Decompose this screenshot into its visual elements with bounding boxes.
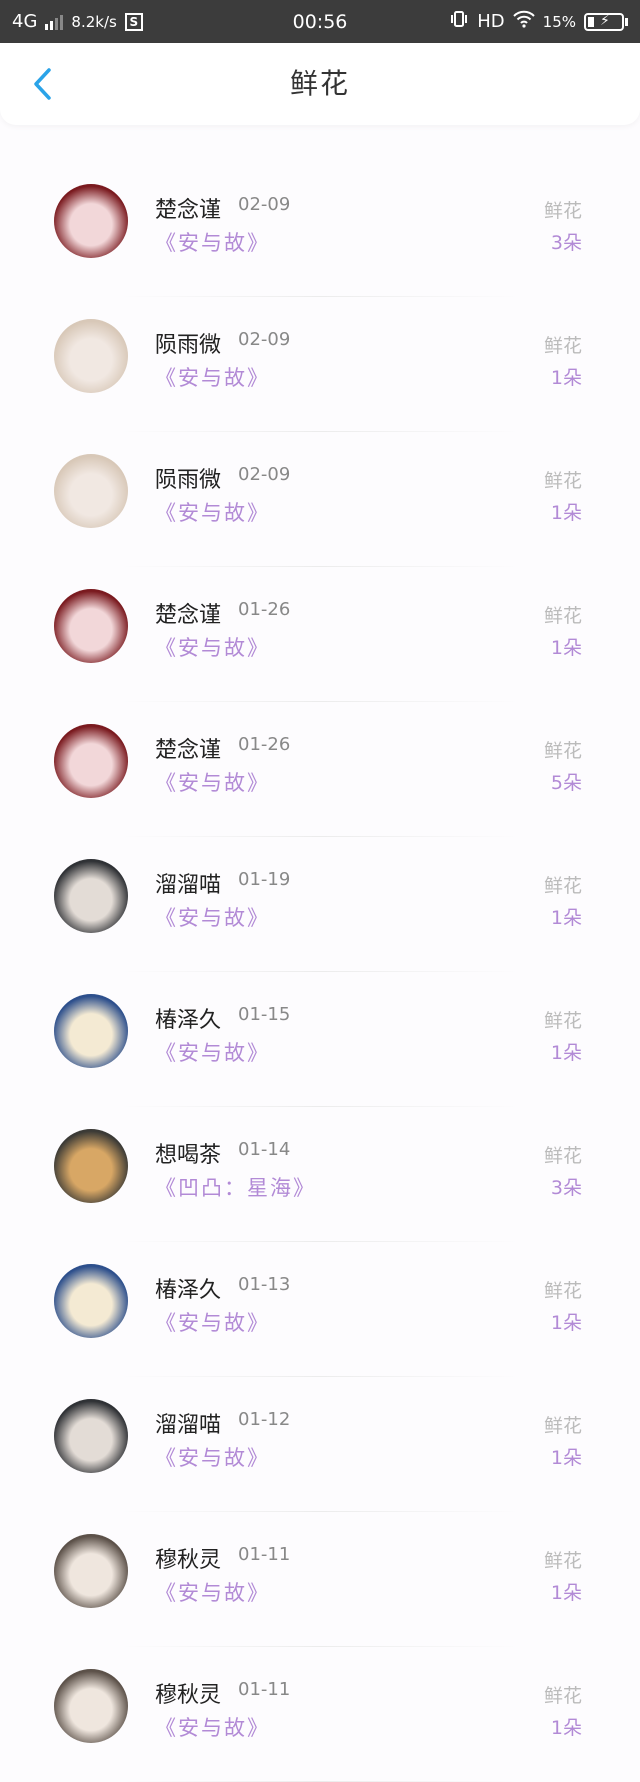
gift-type: 鲜花 (543, 200, 582, 222)
gift-date: 01-19 (238, 869, 291, 890)
book-title[interactable]: 《安与故》 (155, 767, 270, 797)
gift-type: 鲜花 (543, 335, 582, 357)
gift-count: 1朵 (550, 1582, 582, 1604)
list-item[interactable]: 楚念谨 01-26 《安与故》 鲜花 1朵 (0, 567, 640, 702)
book-title[interactable]: 《安与故》 (155, 632, 270, 662)
book-title[interactable]: 《安与故》 (155, 227, 270, 257)
list-item[interactable]: 想喝茶 01-14 《凹凸：星海》 鲜花 3朵 (0, 1107, 640, 1242)
user-name[interactable]: 椿泽久 (155, 1002, 221, 1034)
user-name[interactable]: 溜溜喵 (155, 867, 221, 899)
user-name[interactable]: 椿泽久 (155, 1272, 221, 1304)
book-title[interactable]: 《安与故》 (155, 1037, 270, 1067)
book-title[interactable]: 《安与故》 (155, 362, 270, 392)
user-name[interactable]: 楚念谨 (155, 732, 221, 764)
user-name[interactable]: 溜溜喵 (155, 1407, 221, 1439)
gift-type: 鲜花 (543, 740, 582, 762)
gift-date: 01-13 (238, 1274, 291, 1295)
avatar[interactable] (54, 859, 128, 933)
avatar[interactable] (54, 724, 128, 798)
vibrate-icon (449, 9, 469, 34)
user-name[interactable]: 楚念谨 (155, 597, 221, 629)
battery-icon: ⚡ (584, 12, 628, 31)
avatar[interactable] (54, 1264, 128, 1338)
gift-date: 02-09 (238, 464, 291, 485)
list-item[interactable]: 楚念谨 02-09 《安与故》 鲜花 3朵 (0, 162, 640, 297)
avatar[interactable] (54, 1399, 128, 1473)
avatar[interactable] (54, 589, 128, 663)
list-item[interactable]: 椿泽久 01-13 《安与故》 鲜花 1朵 (0, 1242, 640, 1377)
book-title[interactable]: 《安与故》 (155, 1712, 270, 1742)
list-item[interactable]: 溜溜喵 01-12 《安与故》 鲜花 1朵 (0, 1377, 640, 1512)
avatar[interactable] (54, 454, 128, 528)
status-left: 4G 8.2k/s S (12, 11, 143, 32)
gift-record-list: 楚念谨 02-09 《安与故》 鲜花 3朵 陨雨微 02-09 《安与故》 鲜花… (0, 162, 640, 1782)
list-item[interactable]: 楚念谨 01-26 《安与故》 鲜花 5朵 (0, 702, 640, 837)
book-title[interactable]: 《安与故》 (155, 1307, 270, 1337)
battery-percent: 15% (542, 12, 576, 31)
gift-type: 鲜花 (543, 1550, 582, 1572)
gift-count: 5朵 (550, 772, 582, 794)
book-title[interactable]: 《安与故》 (155, 902, 270, 932)
book-title[interactable]: 《安与故》 (155, 1577, 270, 1607)
network-label: 4G (12, 11, 38, 32)
gift-type: 鲜花 (543, 1010, 582, 1032)
gift-count: 1朵 (550, 637, 582, 659)
hd-label: HD (477, 11, 505, 32)
list-item[interactable]: 陨雨微 02-09 《安与故》 鲜花 1朵 (0, 297, 640, 432)
avatar[interactable] (54, 994, 128, 1068)
gift-type: 鲜花 (543, 1415, 582, 1437)
gift-date: 01-14 (238, 1139, 291, 1160)
page-header: 鲜花 (0, 43, 640, 125)
gift-count: 1朵 (550, 907, 582, 929)
avatar[interactable] (54, 1534, 128, 1608)
gift-count: 1朵 (550, 1042, 582, 1064)
gift-date: 01-26 (238, 599, 291, 620)
gift-date: 01-12 (238, 1409, 291, 1430)
gift-count: 1朵 (550, 502, 582, 524)
list-item[interactable]: 陨雨微 02-09 《安与故》 鲜花 1朵 (0, 432, 640, 567)
gift-count: 3朵 (550, 1177, 582, 1199)
user-name[interactable]: 穆秋灵 (155, 1677, 221, 1709)
list-item[interactable]: 穆秋灵 01-11 《安与故》 鲜花 1朵 (0, 1512, 640, 1647)
wifi-icon (512, 10, 535, 33)
list-item[interactable]: 椿泽久 01-15 《安与故》 鲜花 1朵 (0, 972, 640, 1107)
gift-date: 01-26 (238, 734, 291, 755)
network-speed: 8.2k/s (71, 12, 117, 31)
user-name[interactable]: 楚念谨 (155, 192, 221, 224)
page-title: 鲜花 (289, 67, 350, 100)
user-name[interactable]: 想喝茶 (155, 1137, 221, 1169)
avatar[interactable] (54, 1669, 128, 1743)
gift-date: 02-09 (238, 329, 291, 350)
avatar[interactable] (54, 319, 128, 393)
gift-count: 1朵 (550, 1312, 582, 1334)
status-bar: 4G 8.2k/s S 00:56 HD 15% ⚡ (0, 0, 640, 43)
user-name[interactable]: 陨雨微 (155, 327, 221, 359)
gift-date: 01-11 (238, 1679, 291, 1700)
gift-count: 3朵 (550, 232, 582, 254)
gift-count: 1朵 (550, 1717, 582, 1739)
gift-type: 鲜花 (543, 1685, 582, 1707)
gift-type: 鲜花 (543, 470, 582, 492)
book-title[interactable]: 《安与故》 (155, 497, 270, 527)
gift-type: 鲜花 (543, 875, 582, 897)
signal-icon (45, 14, 64, 30)
book-title[interactable]: 《安与故》 (155, 1442, 270, 1472)
gift-type: 鲜花 (543, 1280, 582, 1302)
user-name[interactable]: 穆秋灵 (155, 1542, 221, 1574)
s-app-icon: S (124, 12, 143, 31)
gift-type: 鲜花 (543, 605, 582, 627)
gift-date: 01-15 (238, 1004, 291, 1025)
user-name[interactable]: 陨雨微 (155, 462, 221, 494)
gift-count: 1朵 (550, 367, 582, 389)
status-right: HD 15% ⚡ (449, 9, 628, 34)
avatar[interactable] (54, 184, 128, 258)
avatar[interactable] (54, 1129, 128, 1203)
gift-date: 02-09 (238, 194, 291, 215)
list-item[interactable]: 溜溜喵 01-19 《安与故》 鲜花 1朵 (0, 837, 640, 972)
gift-type: 鲜花 (543, 1145, 582, 1167)
gift-date: 01-11 (238, 1544, 291, 1565)
book-title[interactable]: 《凹凸：星海》 (155, 1172, 316, 1202)
gift-count: 1朵 (550, 1447, 582, 1469)
list-item[interactable]: 穆秋灵 01-11 《安与故》 鲜花 1朵 (0, 1647, 640, 1782)
